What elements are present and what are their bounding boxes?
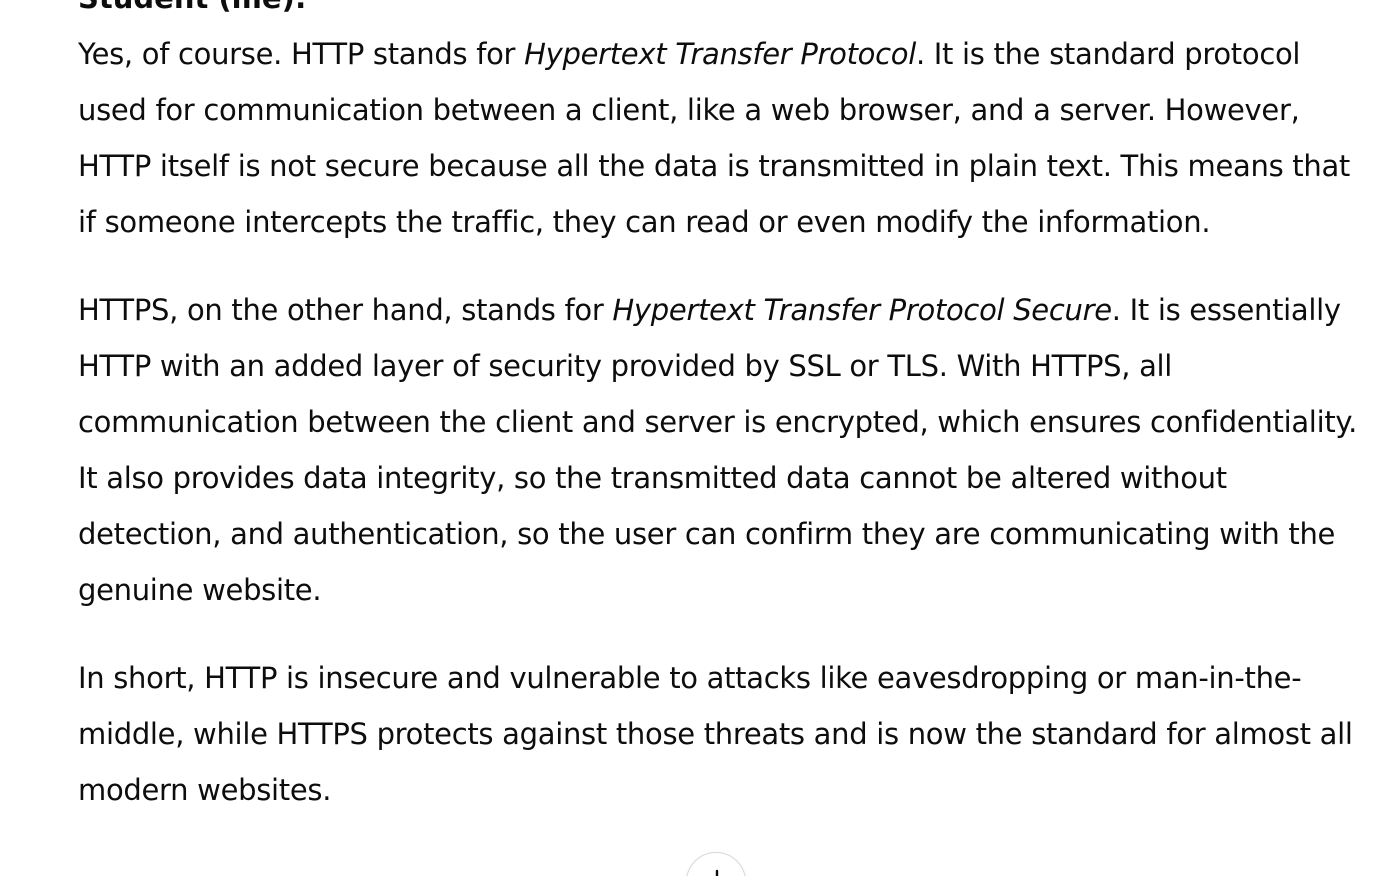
arrow-down-icon xyxy=(715,869,719,876)
message-paragraph-https: HTTPS, on the other hand, stands for Hyp… xyxy=(78,282,1368,618)
speaker-label: Student (me): xyxy=(78,0,1368,26)
scroll-to-bottom-button[interactable] xyxy=(686,852,746,876)
message-paragraph-http: Yes, of course. HTTP stands for Hypertex… xyxy=(78,26,1368,250)
emphasis-text: Hypertext Transfer Protocol Secure xyxy=(612,293,1112,327)
paragraph-text: . It is essentially HTTP with an added l… xyxy=(78,293,1358,607)
paragraph-text: HTTPS, on the other hand, stands for xyxy=(78,293,613,327)
message-paragraph-summary: In short, HTTP is insecure and vulnerabl… xyxy=(78,661,1353,807)
paragraph-text: Yes, of course. HTTP stands for xyxy=(78,37,525,71)
chat-message: Student (me): Yes, of course. HTTP stand… xyxy=(78,0,1368,850)
emphasis-text: Hypertext Transfer Protocol xyxy=(524,37,916,71)
